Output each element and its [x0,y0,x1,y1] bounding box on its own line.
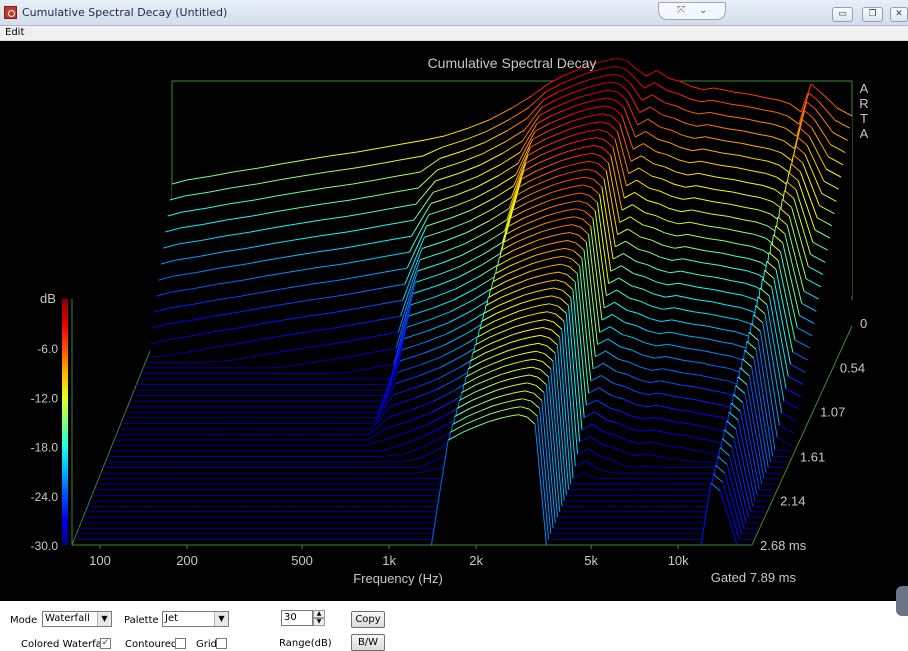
control-panel: Mode Waterfall ▼ Palette Jet ▼ 30 ▲ ▼ Ra… [0,601,908,651]
contoured-label: Contoured [125,639,178,650]
x-axis-title: Frequency (Hz) [353,571,443,586]
range-label: Range(dB) [279,638,332,649]
chevron-down-icon: ▼ [214,612,228,626]
close-button[interactable]: ✕ [890,7,908,22]
y-tick-label: -18.0 [31,441,59,455]
palette-select[interactable]: Jet ▼ [162,611,229,627]
csd-chart: Cumulative Spectral Decay Frequency (Hz) G… [31,55,869,586]
chart-title: Cumulative Spectral Decay [428,55,597,71]
menu-bar: Edit [0,26,908,41]
chevron-down-icon: ▼ [97,612,111,626]
colored-waterfall-label: Colored Waterfall [21,639,108,650]
range-down-button[interactable]: ▼ [313,618,325,626]
copy-button[interactable]: Copy [351,611,385,628]
grid-checkbox[interactable] [216,638,227,649]
z-tick-label: 0 [860,316,867,331]
title-toolbar-pill[interactable]: ⤧ ⌄ [658,2,726,20]
x-tick-label: 2k [469,553,483,568]
title-bar: Cumulative Spectral Decay (Untitled) ⤧ ⌄… [0,0,908,26]
y-tick-label: -24.0 [31,490,59,504]
watermark-letter: A [860,81,869,96]
close-icon: ✕ [895,9,903,19]
palette-value: Jet [165,613,179,624]
range-up-button[interactable]: ▲ [313,610,325,618]
mode-select[interactable]: Waterfall ▼ [42,611,112,627]
x-tick-label: 1k [382,553,396,568]
gated-annotation: Gated 7.89 ms [711,570,797,585]
range-value: 30 [284,612,297,623]
z-tick-label: 1.07 [820,405,845,420]
x-tick-label: 5k [584,553,598,568]
app-icon [4,6,17,19]
x-tick-label: 10k [668,553,689,568]
watermark-letter: R [859,96,868,111]
menu-edit[interactable]: Edit [5,27,24,38]
chevron-down-icon[interactable]: ⌄ [699,5,707,16]
grid-label: Grid [196,639,217,650]
window-title: Cumulative Spectral Decay (Untitled) [22,6,228,19]
contoured-checkbox[interactable] [175,638,186,649]
y-tick-label: -6.0 [37,342,58,356]
range-input[interactable]: 30 [281,610,313,626]
watermark-letter: T [860,111,868,126]
colored-waterfall-checkbox[interactable]: ✓ [100,638,111,649]
palette-label: Palette [124,615,159,626]
restore-button[interactable]: ❐ [862,7,883,22]
csd-plot: Cumulative Spectral Decay Frequency (Hz) G… [0,41,908,601]
x-tick-label: 200 [176,553,198,568]
minimize-button[interactable]: ▭ [832,7,853,22]
y-tick-label: -30.0 [31,539,59,553]
restore-icon: ❐ [868,9,877,19]
mode-value: Waterfall [45,613,90,624]
expand-icon[interactable]: ⤧ [677,5,685,16]
y-tick-label: -12.0 [31,391,59,405]
z-tick-label: 2.68 ms [760,538,807,553]
x-tick-label: 500 [291,553,313,568]
side-scroll-handle[interactable] [896,586,908,616]
x-tick-label: 100 [89,553,111,568]
z-tick-label: 1.61 [800,449,825,464]
z-tick-label: 0.54 [840,361,865,376]
bw-button[interactable]: B/W [351,634,385,651]
y-axis-title: dB [40,291,56,306]
slice-segment [147,355,163,358]
z-tick-label: 2.14 [780,493,805,508]
colorbar [62,299,68,545]
watermark-letter: A [860,126,869,141]
minimize-icon: ▭ [838,9,847,19]
mode-label: Mode [10,615,38,626]
